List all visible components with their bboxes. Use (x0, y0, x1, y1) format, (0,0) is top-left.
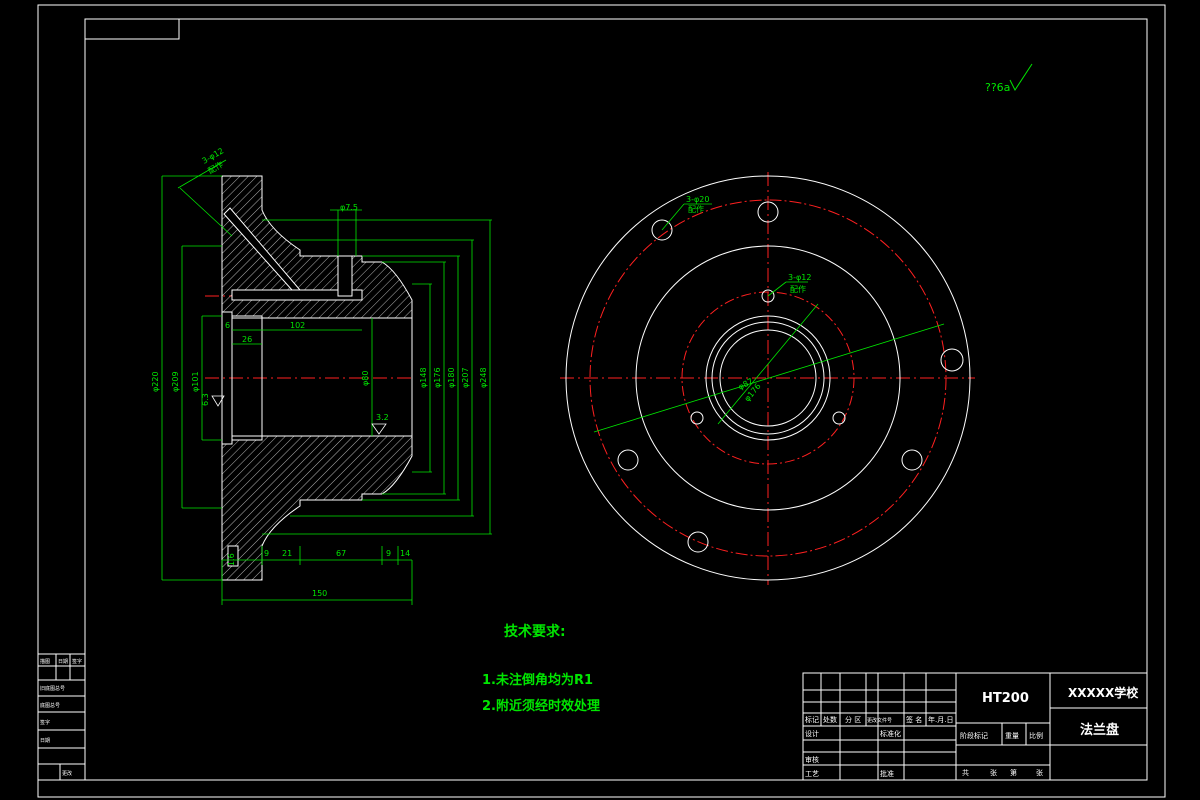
bolt-hole (617, 449, 639, 471)
tb-part-name: 法兰盘 (1080, 722, 1119, 738)
tb-school: XXXXX学校 (1068, 685, 1139, 700)
dim-14: 14 (400, 549, 410, 558)
dim-150: 150 (312, 589, 327, 598)
front-view: 3-φ20 配作 3-φ12 配作 φ87 φ176 (560, 172, 975, 585)
dia-101: φ101 (191, 371, 200, 392)
roughness-symbol (1009, 63, 1033, 92)
side-block: 描图 日期 签字 旧底图总号 底图总号 签字 日期 更改 (37, 653, 86, 781)
dim-67: 67 (336, 549, 346, 558)
section-view: 150 102 26 6 9 21 67 9 14 φ7.5 φ220 φ209… (151, 146, 492, 605)
bolt-hole (901, 449, 923, 471)
tech-req-title: 技术要求: (504, 623, 566, 640)
tb-material: HT200 (982, 691, 1029, 706)
tb-approve: 批准 (880, 769, 894, 778)
tb-page-2: 张 (1036, 768, 1043, 777)
tb-check: 审核 (805, 755, 819, 764)
hole-large-note: 3-φ20 (686, 195, 709, 204)
dia-80: φ80 (361, 371, 370, 386)
dia-220: φ220 (151, 371, 160, 392)
roughness-6-3: 6.3 (201, 393, 210, 406)
dim-7-5: φ7.5 (340, 203, 358, 212)
tb-standard: 标准化 (880, 729, 901, 738)
side-r5a: 日期 (40, 738, 50, 744)
dim-26: 26 (242, 335, 252, 344)
small-hole (832, 411, 846, 425)
dim-9a: 9 (264, 549, 269, 558)
inner-border (84, 18, 1148, 781)
tb-stage: 阶段标记 (960, 731, 988, 740)
hole-large-note-2: 配作 (688, 204, 704, 214)
side-r2: 旧底图总号 (40, 685, 65, 692)
tb-scale: 比例 (1029, 731, 1043, 740)
dia-209: φ209 (171, 371, 180, 392)
dia-248: φ248 (479, 367, 488, 388)
tech-req-item-1: 1.未注倒角均为R1 (482, 672, 593, 688)
technical-requirements: 技术要求: 1.未注倒角均为R1 2.附近须经时效处理 (482, 623, 600, 714)
tb-zone: 分 区 (845, 715, 861, 724)
title-block: 标记 处数 分 区 更改文件号 签 名 年.月.日 设计 标准化 审核 工艺 批… (802, 672, 1148, 781)
roughness-3-2: 3.2 (376, 413, 389, 422)
dia-148: φ148 (419, 367, 428, 388)
tb-page: 第 (1010, 768, 1017, 777)
roughness-bottom: 1.6 (227, 553, 236, 566)
tech-req-item-2: 2.附近须经时效处理 (482, 698, 600, 714)
hole-small-note: 3-φ12 (788, 273, 811, 282)
tb-doc: 更改文件号 (867, 717, 892, 724)
dim-102: 102 (290, 321, 305, 330)
dim-6: 6 (225, 321, 230, 330)
surface-finish-note: ??6a (985, 81, 1010, 94)
tb-mark: 标记 (805, 715, 819, 724)
tb-date: 年.月.日 (928, 715, 953, 724)
tb-count: 处数 (823, 715, 837, 724)
section-lower-body (221, 435, 413, 581)
side-r1b: 日期 (58, 659, 68, 665)
side-r4a: 签字 (40, 719, 50, 726)
tb-process: 工艺 (805, 770, 819, 778)
side-r1a: 描图 (40, 658, 50, 665)
tb-total: 共 (962, 768, 969, 777)
dia-207: φ207 (461, 367, 470, 388)
dia-176: φ176 (433, 367, 442, 388)
small-hole (690, 411, 704, 425)
tb-sign: 签 名 (906, 715, 922, 724)
hole-small-note-2: 配作 (790, 284, 806, 294)
tb-weight: 重量 (1005, 732, 1019, 740)
corner-box (84, 18, 180, 40)
side-r1c: 签字 (72, 658, 82, 665)
side-r3: 底图总号 (40, 702, 60, 709)
bolt-hole (940, 348, 964, 372)
dia-180: φ180 (447, 367, 456, 388)
dim-21: 21 (282, 549, 292, 558)
drawing-sheet: ??6a 150 102 26 6 9 21 67 9 14 φ7.5 φ220… (37, 4, 1166, 798)
side-r5b: 更改 (62, 770, 72, 777)
dim-9b: 9 (386, 549, 391, 558)
tb-design: 设计 (805, 729, 819, 738)
tb-sheet: 张 (990, 768, 997, 777)
